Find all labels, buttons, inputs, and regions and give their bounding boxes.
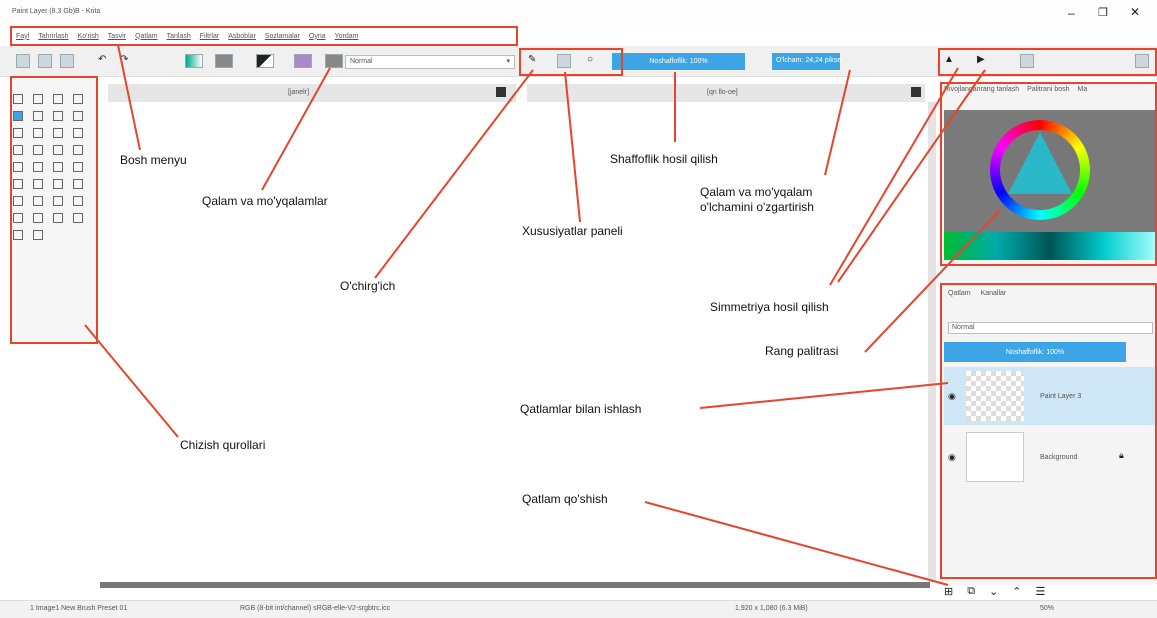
new-file-icon[interactable] [16, 54, 30, 68]
undo-icon[interactable]: ↶ [98, 54, 112, 68]
vertical-scrollbar[interactable] [928, 102, 936, 582]
callout-eraser: O'chirg'ich [340, 279, 396, 293]
menu-highlight [10, 26, 518, 46]
blend-mode-value: Normal [350, 58, 373, 65]
duplicate-layer-icon[interactable]: ⧉ [967, 585, 975, 598]
tab-close-icon[interactable] [911, 87, 921, 97]
size-slider-label: O'lcham: 24,24 piksel [776, 57, 843, 64]
callout-main-menu: Bosh menyu [120, 153, 187, 167]
status-bar: 1 Image1 New Brush Preset 01 RGB (8-bit … [0, 600, 1157, 618]
callout-properties: Xususiyatlar paneli [522, 224, 623, 238]
gradient-icon[interactable] [185, 54, 203, 68]
callout-layers: Qatlamlar bilan ishlash [520, 402, 642, 416]
callout-drawing-tools: Chizish qurollari [180, 438, 266, 452]
callout-palette: Rang palitrasi [765, 344, 839, 358]
title-bar: Paint Layer (8.3 Gb)B - Krita – ❐ ✕ [0, 0, 1157, 26]
chevron-down-icon: ▾ [506, 58, 510, 65]
opacity-slider[interactable]: Noshaffoflik: 100% [612, 53, 745, 70]
tab-close-icon[interactable] [496, 87, 506, 97]
blend-mode-select[interactable]: Normal ▾ [345, 55, 515, 69]
tab-document-left[interactable]: [janelr] [108, 84, 516, 103]
tab-right-label: [qn llo-oe] [707, 89, 738, 96]
status-brush: 1 Image1 New Brush Preset 01 [30, 605, 128, 612]
add-layer-icon[interactable]: ⊞ [944, 585, 953, 598]
callout-brushes: Qalam va mo'yqalamlar [202, 194, 328, 208]
callout-size-line1: Qalam va mo'yqalam [700, 185, 813, 199]
tab-document-right[interactable]: [qn llo-oe] [527, 84, 925, 103]
callout-opacity: Shaffoflik hosil qilish [610, 152, 718, 166]
move-down-icon[interactable]: ⌄ [989, 585, 998, 598]
open-file-icon[interactable] [38, 54, 52, 68]
window-title: Paint Layer (8.3 Gb)B - Krita [12, 8, 101, 15]
color-swap-icon[interactable] [256, 54, 274, 68]
layer-actions: ⊞ ⧉ ⌄ ⌃ ☰ [944, 582, 1157, 600]
layer-properties-icon[interactable]: ☰ [1036, 585, 1046, 598]
grid-icon[interactable] [325, 54, 343, 68]
status-colorspace: RGB (8-bit int/channel) sRGB-elle-V2-srg… [240, 605, 391, 612]
maximize-icon[interactable]: ❐ [1098, 6, 1108, 19]
brush-preset-icon[interactable] [294, 54, 312, 68]
properties-highlight [519, 48, 623, 76]
callout-symmetry: Simmetriya hosil qilish [710, 300, 829, 314]
redo-icon[interactable]: ↷ [120, 54, 134, 68]
close-icon[interactable]: ✕ [1130, 5, 1140, 19]
pattern-icon[interactable] [215, 54, 233, 68]
minimize-icon[interactable]: – [1068, 6, 1075, 20]
toolbox-highlight [10, 76, 98, 344]
move-up-icon[interactable]: ⌃ [1012, 585, 1021, 598]
status-dimensions: 1,920 x 1,080 (6.3 MiB) [735, 605, 808, 612]
horizontal-scrollbar[interactable] [100, 582, 930, 588]
callout-add-layer: Qatlam qo'shish [522, 492, 608, 506]
layers-highlight [940, 283, 1157, 579]
symmetry-highlight [938, 48, 1157, 76]
tab-left-label: [janelr] [288, 89, 310, 96]
status-zoom[interactable]: 50% [1040, 605, 1054, 612]
color-panel-highlight [940, 82, 1157, 266]
save-file-icon[interactable] [60, 54, 74, 68]
callout-size-line2: o'lchamini o'zgartirish [700, 200, 814, 214]
